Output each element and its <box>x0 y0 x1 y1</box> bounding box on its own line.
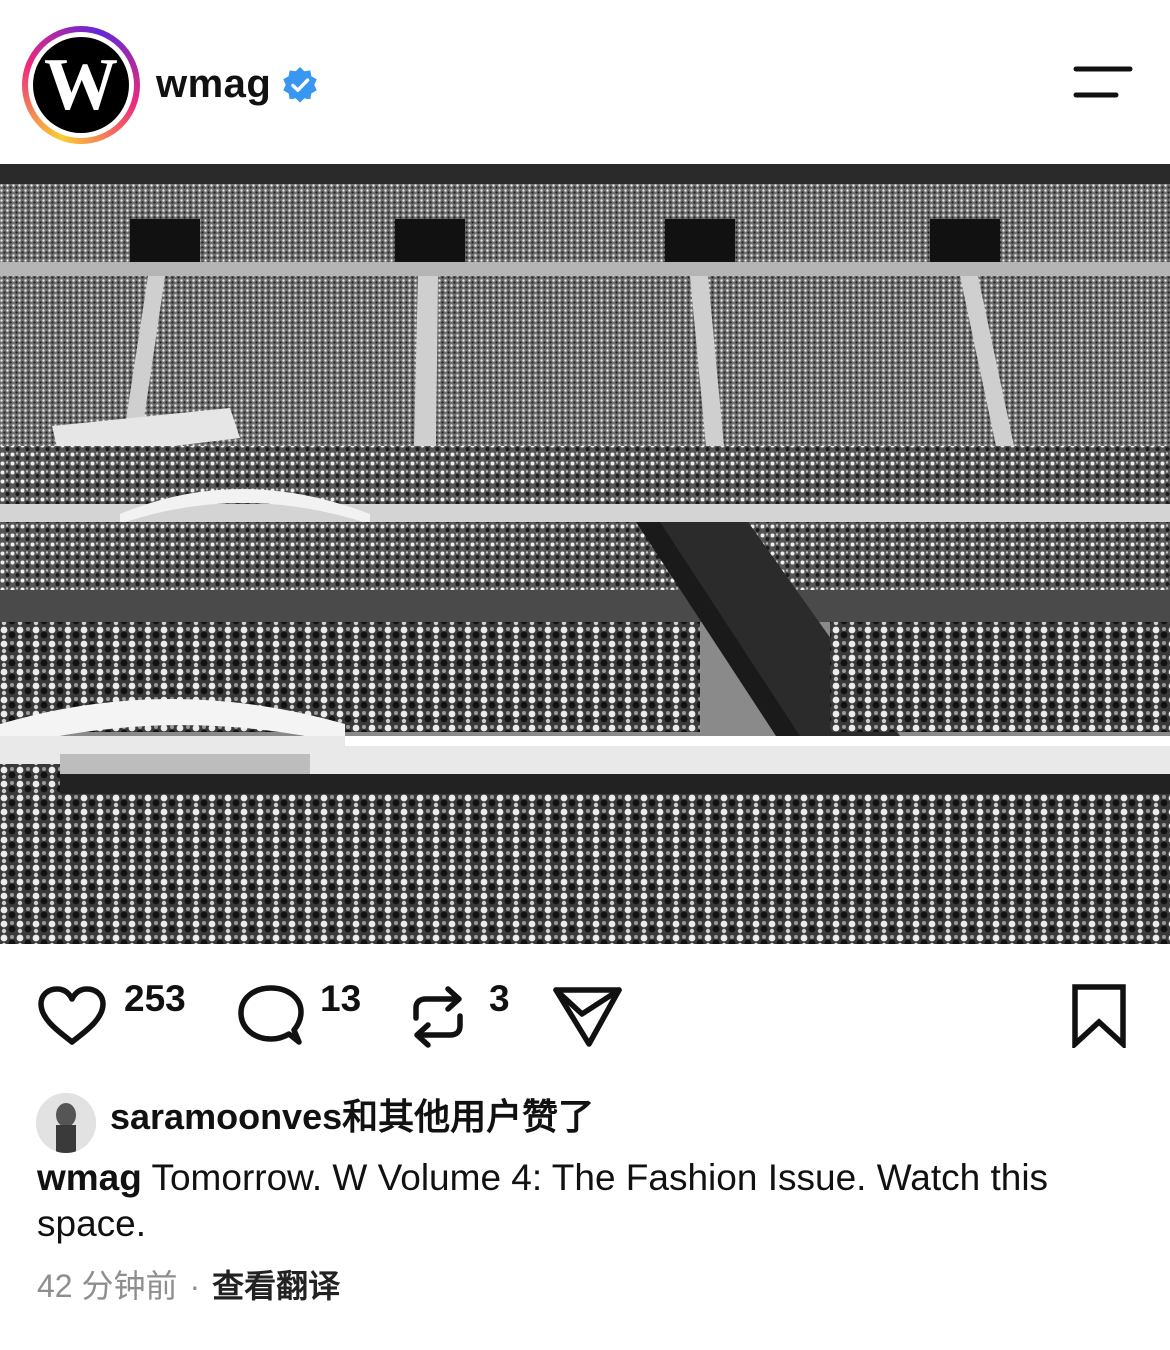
menu-icon[interactable] <box>1072 64 1134 104</box>
post-image[interactable] <box>0 164 1170 944</box>
stadium-crowd-photo <box>0 164 1170 944</box>
comment-count[interactable]: 13 <box>320 976 361 1022</box>
post-header: W wmag <box>0 0 1170 164</box>
liked-by-suffix: 和其他用户赞了 <box>342 1096 595 1137</box>
post-timestamp: 42 分钟前 <box>37 1268 178 1304</box>
repost-icon <box>413 986 463 1048</box>
like-button[interactable] <box>36 984 108 1048</box>
caption-username[interactable]: wmag <box>37 1157 142 1198</box>
post-caption: wmag Tomorrow. W Volume 4: The Fashion I… <box>37 1155 1127 1247</box>
like-count[interactable]: 253 <box>124 976 186 1022</box>
repost-count[interactable]: 3 <box>489 976 510 1022</box>
w-logo: W <box>33 37 129 133</box>
bookmark-button[interactable] <box>1070 984 1128 1048</box>
meta-separator: · <box>189 1268 201 1304</box>
heart-icon <box>38 986 106 1045</box>
liker-username[interactable]: saramoonves <box>110 1096 342 1137</box>
comment-button[interactable] <box>237 984 305 1048</box>
post-username[interactable]: wmag <box>156 58 271 110</box>
liker-photo <box>36 1093 96 1153</box>
bookmark-icon <box>1072 984 1126 1048</box>
liked-by-text[interactable]: saramoonves和其他用户赞了 <box>110 1094 594 1140</box>
share-icon <box>553 987 622 1047</box>
post-actions: 253 13 3 <box>0 966 1170 1066</box>
profile-avatar[interactable]: W <box>22 26 140 144</box>
share-button[interactable] <box>552 984 624 1048</box>
verified-badge-icon <box>283 66 317 103</box>
caption-text: Tomorrow. W Volume 4: The Fashion Issue.… <box>37 1157 1049 1244</box>
comment-icon <box>238 985 304 1045</box>
liker-avatar[interactable] <box>36 1093 96 1153</box>
see-translation-link[interactable]: 查看翻译 <box>212 1268 340 1304</box>
repost-button[interactable] <box>408 984 468 1048</box>
post-meta: 42 分钟前 · 查看翻译 <box>37 1264 340 1308</box>
